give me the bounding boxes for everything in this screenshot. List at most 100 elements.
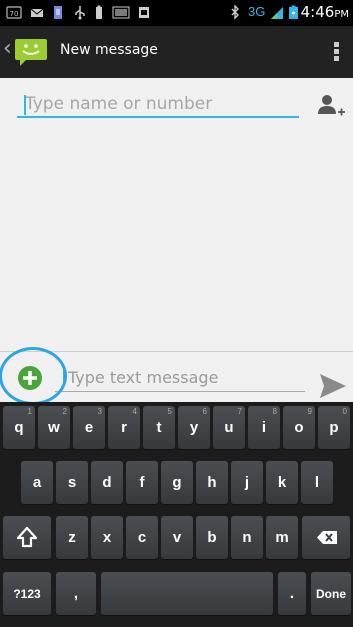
key-l[interactable]: l <box>301 461 333 504</box>
overflow-menu-icon[interactable] <box>334 42 339 62</box>
key-v[interactable]: v <box>161 516 193 559</box>
usb-icon <box>75 6 85 20</box>
key-n[interactable]: n <box>231 516 263 559</box>
key-o[interactable]: o9 <box>283 406 315 449</box>
key-g-label: g <box>172 474 182 491</box>
key-u[interactable]: u7 <box>213 406 245 449</box>
key-w-label: w <box>48 419 60 436</box>
key-m[interactable]: m <box>266 516 298 559</box>
backspace-key[interactable] <box>302 516 350 559</box>
key-g[interactable]: g <box>161 461 193 504</box>
message-cursor <box>63 366 65 386</box>
key-u-hint: 7 <box>237 407 242 416</box>
period-key-label: . <box>289 585 295 602</box>
key-a-label: a <box>32 474 42 491</box>
key-i[interactable]: i8 <box>248 406 280 449</box>
key-t[interactable]: t5 <box>143 406 175 449</box>
key-n-label: n <box>242 529 252 546</box>
period-key[interactable]: . <box>278 572 306 615</box>
signal-icon <box>271 7 283 19</box>
key-x[interactable]: x <box>91 516 123 559</box>
sd-card-icon <box>54 6 62 19</box>
key-x-label: x <box>102 529 112 546</box>
key-d[interactable]: d <box>91 461 123 504</box>
key-z-label: z <box>68 529 76 546</box>
key-t-hint: 5 <box>167 407 172 416</box>
key-l-label: l <box>314 474 320 491</box>
key-b[interactable]: b <box>196 516 228 559</box>
key-p[interactable]: p0 <box>318 406 350 449</box>
key-u-label: u <box>224 419 234 436</box>
add-contact-icon[interactable] <box>314 90 346 122</box>
key-k-label: k <box>277 474 287 491</box>
key-s[interactable]: s <box>56 461 88 504</box>
comma-key[interactable]: , <box>56 572 96 615</box>
key-w[interactable]: w2 <box>38 406 70 449</box>
key-j-label: j <box>244 474 250 491</box>
key-h[interactable]: h <box>196 461 228 504</box>
compose-area <box>0 78 353 351</box>
clock: 4:46PM <box>301 3 349 21</box>
key-a[interactable]: a <box>21 461 53 504</box>
action-bar: ‹ New message <box>0 26 353 78</box>
key-p-label: p <box>329 419 339 436</box>
key-i-hint: 8 <box>272 407 277 416</box>
email-icon <box>30 8 44 17</box>
done-key-label: Done <box>316 587 346 601</box>
key-k[interactable]: k <box>266 461 298 504</box>
key-d-label: d <box>102 474 112 491</box>
key-z[interactable]: z <box>56 516 88 559</box>
send-icon[interactable] <box>318 372 348 400</box>
key-w-hint: 2 <box>62 407 67 416</box>
recipient-input[interactable] <box>17 92 299 118</box>
network-type-label: 3G <box>248 4 266 19</box>
key-q[interactable]: q1 <box>3 406 35 449</box>
messaging-app-icon[interactable] <box>14 37 48 67</box>
key-q-hint: 1 <box>27 407 32 416</box>
key-h-label: h <box>207 474 217 491</box>
clock-ampm: PM <box>334 9 349 20</box>
key-y[interactable]: y6 <box>178 406 210 449</box>
key-r[interactable]: r4 <box>108 406 140 449</box>
key-f[interactable]: f <box>126 461 158 504</box>
shift-key[interactable] <box>3 516 51 559</box>
notification-70-icon: 70 <box>6 6 22 19</box>
key-r-hint: 4 <box>132 407 137 416</box>
message-input[interactable] <box>55 364 305 392</box>
barcode-icon <box>112 6 130 19</box>
shift-icon <box>16 526 38 548</box>
key-y-hint: 6 <box>202 407 207 416</box>
key-b-label: b <box>207 529 217 546</box>
key-j[interactable]: j <box>231 461 263 504</box>
key-i-label: i <box>261 419 267 436</box>
symbols-key[interactable]: ?123 <box>3 572 51 615</box>
key-r-label: r <box>121 419 127 436</box>
bluetooth-icon <box>231 5 239 20</box>
clock-time: 4:46 <box>300 3 335 21</box>
key-s-label: s <box>67 474 77 491</box>
key-t-label: t <box>156 419 162 436</box>
backspace-icon <box>317 531 337 544</box>
battery-icon <box>289 5 298 19</box>
comma-key-label: , <box>73 585 79 602</box>
text-cursor <box>24 95 26 115</box>
key-p-hint: 0 <box>342 407 347 416</box>
attach-add-icon[interactable] <box>17 365 43 391</box>
battery-small-icon <box>96 5 102 19</box>
page-title: New message <box>60 42 158 58</box>
back-chevron-icon[interactable]: ‹ <box>3 38 12 60</box>
svg-text:70: 70 <box>10 10 19 18</box>
key-e[interactable]: e3 <box>73 406 105 449</box>
key-q-label: q <box>14 419 24 436</box>
keyboard: q 1 w 2 e 3 r 4 t 5 y 6 u 7 i 8 o 9 p 0 a s d f g h j k l z x c v b n m ?123… <box>0 402 353 627</box>
symbols-key-label: ?123 <box>13 587 41 601</box>
key-o-label: o <box>294 419 304 436</box>
done-key[interactable]: Done <box>311 572 351 615</box>
key-c[interactable]: c <box>126 516 158 559</box>
sim-icon <box>139 7 149 18</box>
key-e-hint: 3 <box>97 407 102 416</box>
key-v-label: v <box>172 529 182 546</box>
space-bar[interactable] <box>101 572 273 615</box>
status-bar: 70 3G 4:46PM <box>0 0 353 26</box>
key-o-hint: 9 <box>307 407 312 416</box>
